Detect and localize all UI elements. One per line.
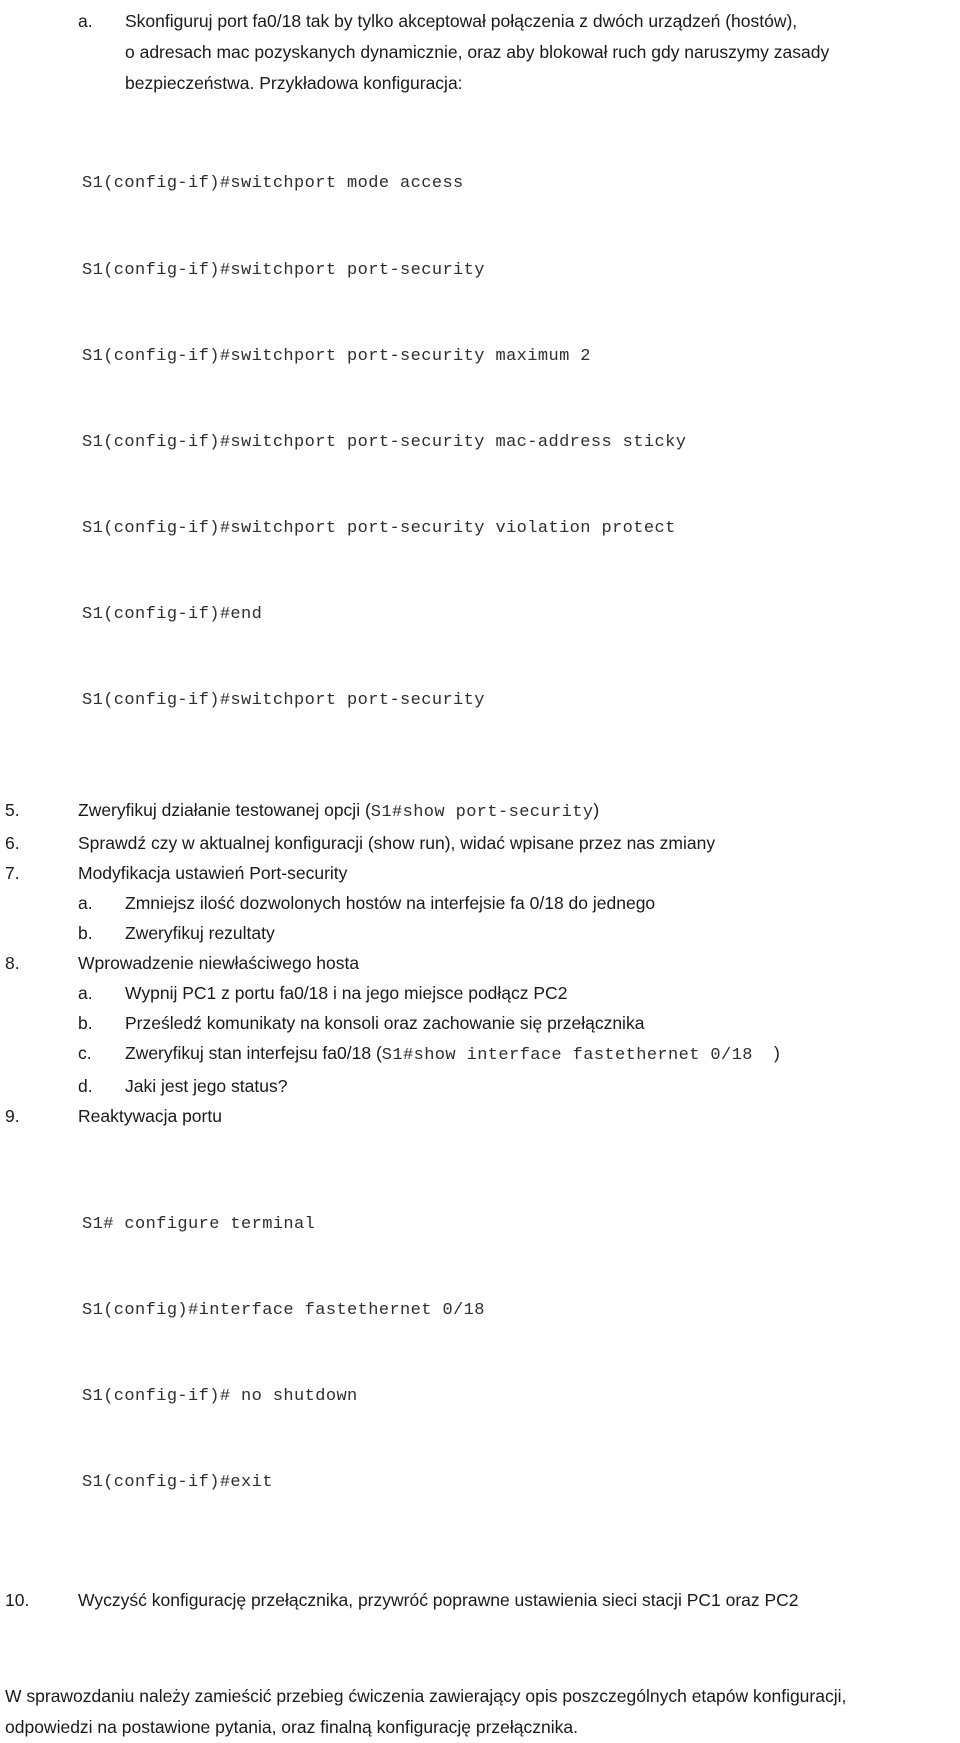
code-line: S1(config-if)#switchport port-security	[82, 260, 485, 280]
code-line: S1(config)#interface fastethernet 0/18	[82, 1300, 485, 1320]
list-item-5: 5. Zweryfikuj działanie testowanej opcji…	[5, 795, 960, 828]
list-item-8c-text: Zweryfikuj stan interfejsu fa0/18 (S1#sh…	[125, 1038, 960, 1071]
inline-code-show-port-security: S1#show port-security	[370, 803, 594, 823]
intro-paragraph: Skonfiguruj port fa0/18 tak by tylko akc…	[125, 6, 960, 99]
list-item-a-intro: a. Skonfiguruj port fa0/18 tak by tylko …	[78, 6, 960, 99]
intro-line-2: o adresach mac pozyskanych dynamicznie, …	[125, 42, 830, 62]
list-item-10-text: Wyczyść konfigurację przełącznika, przyw…	[78, 1590, 799, 1611]
code-line: S1# configure terminal	[82, 1214, 316, 1234]
inline-code-show-interface: S1#show interface fastethernet 0/18	[381, 1046, 775, 1066]
text-before-code: Zweryfikuj działanie testowanej opcji (	[78, 800, 371, 821]
code-line: S1(config-if)#switchport mode access	[82, 174, 464, 194]
code-line: S1(config-if)#exit	[82, 1472, 273, 1492]
code-line: S1(config-if)#switchport port-security	[82, 691, 485, 711]
list-item-8-text: Wprowadzenie niewłaściwego hosta	[78, 953, 360, 974]
list-item-8a-text: Wypnij PC1 z portu fa0/18 i na jego miej…	[125, 983, 568, 1004]
closing-line-2: odpowiedzi na postawione pytania, oraz f…	[5, 1717, 578, 1738]
list-item-8b-text: Prześledź komunikaty na konsoli oraz zac…	[125, 1013, 645, 1034]
closing-line-1: W sprawozdaniu należy zamieścić przebieg…	[5, 1686, 847, 1707]
list-item-8a: a. Wypnij PC1 z portu fa0/18 i na jego m…	[78, 978, 960, 1008]
list-item-10: 10. Wyczyść konfigurację przełącznika, p…	[5, 1585, 960, 1615]
code-line: S1(config-if)#end	[82, 604, 263, 624]
code-block-port-security-config: S1(config-if)#switchport mode access S1(…	[82, 113, 960, 773]
intro-line-1: Skonfiguruj port fa0/18 tak by tylko akc…	[125, 11, 798, 31]
text-after-code: )	[593, 800, 600, 821]
list-item-8c: c. Zweryfikuj stan interfejsu fa0/18 (S1…	[78, 1038, 960, 1071]
list-item-7b: b. Zweryfikuj rezultaty	[78, 918, 960, 948]
list-item-7a-text: Zmniejsz ilość dozwolonych hostów na int…	[125, 893, 656, 914]
list-item-8: 8. Wprowadzenie niewłaściwego hosta	[5, 948, 960, 978]
code-line: S1(config-if)#switchport port-security m…	[82, 346, 591, 366]
closing-paragraph: W sprawozdaniu należy zamieścić przebieg…	[5, 1681, 960, 1743]
list-item-6: 6. Sprawdź czy w aktualnej konfiguracji …	[5, 828, 960, 858]
list-marker-7b: b.	[78, 923, 93, 944]
list-marker-7: 7.	[5, 863, 20, 884]
code-line: S1(config-if)#switchport port-security m…	[82, 432, 687, 452]
list-item-7a: a. Zmniejsz ilość dozwolonych hostów na …	[78, 888, 960, 918]
list-item-8b: b. Prześledź komunikaty na konsoli oraz …	[78, 1008, 960, 1038]
list-marker-9: 9.	[5, 1106, 20, 1127]
list-item-8d-text: Jaki jest jego status?	[125, 1076, 288, 1097]
list-marker-10: 10.	[5, 1590, 30, 1611]
list-marker-a: a.	[78, 11, 93, 31]
list-marker-8c: c.	[78, 1043, 92, 1064]
text-after-code: )	[774, 1043, 780, 1064]
list-item-9-text: Reaktywacja portu	[78, 1106, 222, 1127]
list-item-8d: d. Jaki jest jego status?	[78, 1071, 960, 1101]
list-marker-8a: a.	[78, 983, 93, 1004]
list-item-7: 7. Modyfikacja ustawień Port-security	[5, 858, 960, 888]
list-marker-6: 6.	[5, 833, 20, 854]
code-line: S1(config-if)#switchport port-security v…	[82, 518, 676, 538]
list-marker-7a: a.	[78, 893, 93, 914]
list-marker-8d: d.	[78, 1076, 93, 1097]
intro-line-3: bezpieczeństwa. Przykładowa konfiguracja…	[125, 73, 463, 93]
list-item-7b-text: Zweryfikuj rezultaty	[125, 923, 275, 944]
code-block-reactivate-port: S1# configure terminal S1(config)#interf…	[82, 1153, 960, 1555]
list-item-7-text: Modyfikacja ustawień Port-security	[78, 863, 348, 884]
text-before-code: Zweryfikuj stan interfejsu fa0/18 (	[125, 1043, 382, 1064]
list-marker-8: 8.	[5, 953, 20, 974]
list-item-5-text: Zweryfikuj działanie testowanej opcji (S…	[78, 795, 960, 828]
code-line: S1(config-if)# no shutdown	[82, 1386, 358, 1406]
list-item-6-text: Sprawdź czy w aktualnej konfiguracji (sh…	[78, 833, 716, 854]
list-marker-5: 5.	[5, 800, 20, 821]
list-marker-8b: b.	[78, 1013, 93, 1034]
list-item-9: 9. Reaktywacja portu	[5, 1101, 960, 1131]
document-page: a. Skonfiguruj port fa0/18 tak by tylko …	[0, 6, 960, 1737]
